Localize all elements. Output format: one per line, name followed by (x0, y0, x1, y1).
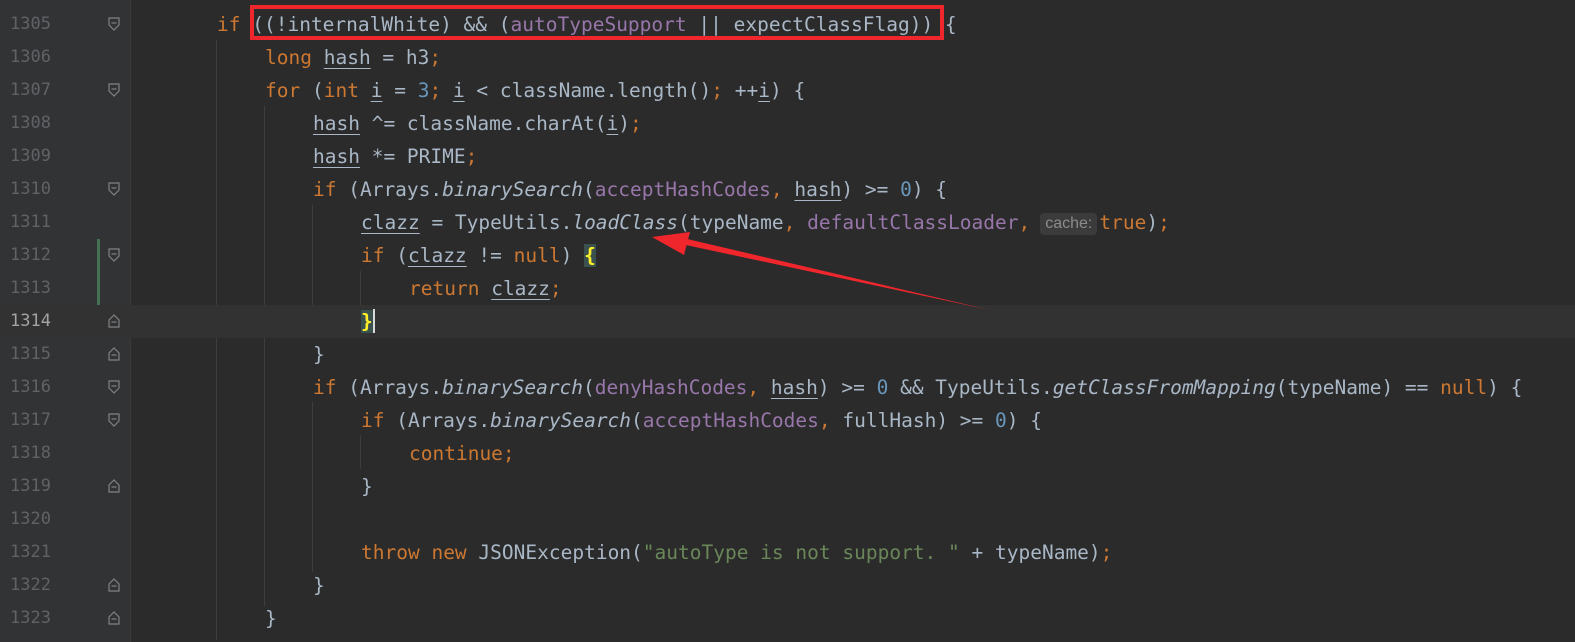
arrow-head (652, 232, 690, 255)
arrow-line (681, 238, 990, 310)
annotation-arrow (652, 232, 990, 310)
code-editor[interactable]: 1305 if ((!internalWhite) && (autoTypeSu… (0, 0, 1575, 642)
